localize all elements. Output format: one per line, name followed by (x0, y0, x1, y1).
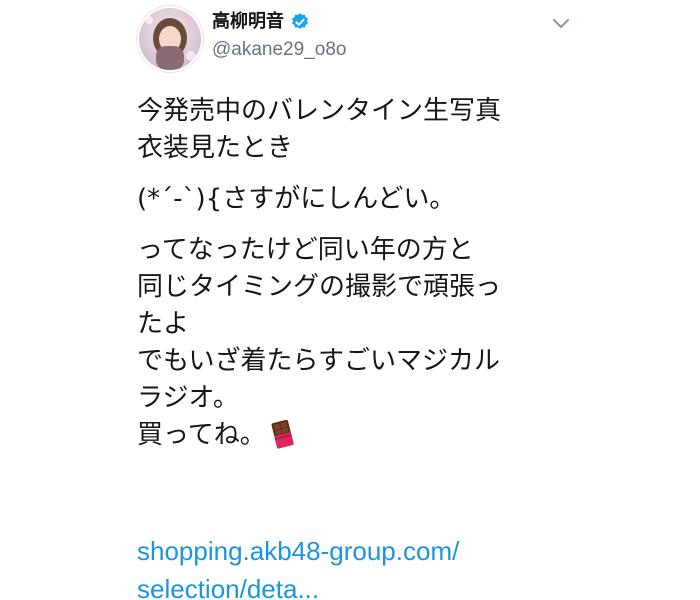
display-name-row: 高柳明音 (212, 9, 310, 35)
shopping-link[interactable]: shopping.akb48-group.com/ selection/deta… (137, 532, 459, 600)
chocolate-bar-icon (271, 419, 294, 449)
tweet-line: 衣装見たとき (137, 133, 294, 163)
tweet-line-last: 買ってね。 (137, 417, 567, 454)
tweet-line: 今発売中のバレンタイン生写真 (137, 96, 502, 126)
link-line[interactable]: selection/deta... (137, 570, 459, 600)
tweet-line: (*´-`){さすがにしんどい。 (137, 184, 456, 214)
link-line[interactable]: shopping.akb48-group.com/ (137, 532, 459, 570)
tweet-line: ラジオ。 (137, 383, 239, 413)
tweet-line: ってなったけど同い年の方と (137, 235, 474, 265)
tweet-line: でもいざ着たらすごいマジカル (137, 346, 500, 376)
tweet-line: たよ (137, 309, 190, 339)
avatar[interactable] (137, 6, 203, 72)
chevron-down-icon[interactable] (550, 12, 572, 34)
user-handle[interactable]: @akane29_o8o (212, 38, 346, 62)
tweet-text: 今発売中のバレンタイン生写真 衣装見たとき (*´-`){さすがにしんどい。 っ… (137, 93, 567, 454)
tweet-line: 買ってね。 (137, 420, 266, 450)
tweet-card: 高柳明音 @akane29_o8o 今発売中のバレンタイン生写真 衣装見たとき … (0, 0, 700, 600)
avatar-image (139, 8, 201, 70)
tweet-line: 同じタイミングの撮影で頑張っ (137, 272, 502, 302)
display-name[interactable]: 高柳明音 (212, 9, 284, 35)
verified-badge-icon (292, 13, 308, 29)
